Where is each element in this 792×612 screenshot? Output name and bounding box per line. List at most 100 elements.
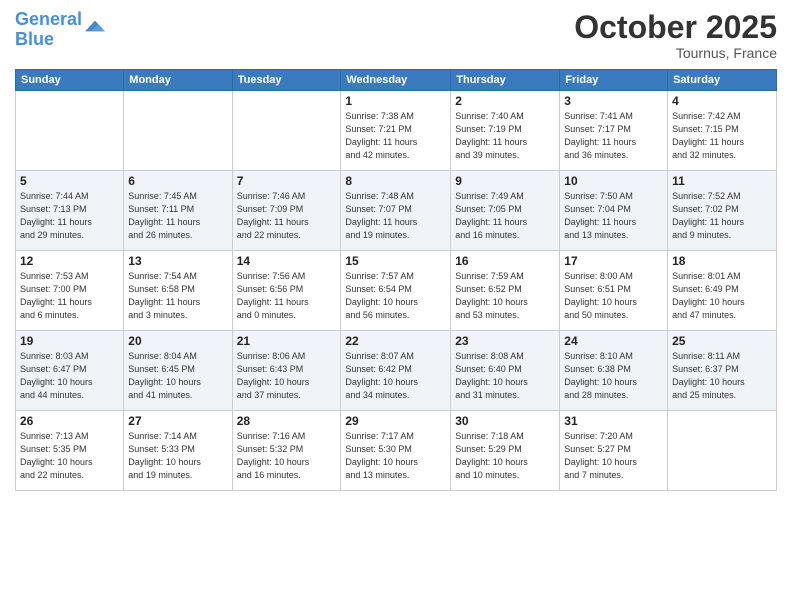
calendar-week-3: 12 Sunrise: 7:53 AM Sunset: 7:00 PM Dayli… bbox=[16, 251, 777, 331]
day-info: Sunrise: 7:59 AM Sunset: 6:52 PM Dayligh… bbox=[455, 270, 555, 322]
day-info: Sunrise: 7:40 AM Sunset: 7:19 PM Dayligh… bbox=[455, 110, 555, 162]
logo: General Blue bbox=[15, 10, 105, 50]
table-row: 31 Sunrise: 7:20 AM Sunset: 5:27 PM Dayli… bbox=[560, 411, 668, 491]
day-number: 14 bbox=[237, 254, 337, 268]
day-number: 28 bbox=[237, 414, 337, 428]
table-row: 29 Sunrise: 7:17 AM Sunset: 5:30 PM Dayli… bbox=[341, 411, 451, 491]
calendar-week-5: 26 Sunrise: 7:13 AM Sunset: 5:35 PM Dayli… bbox=[16, 411, 777, 491]
calendar-header-row: Sunday Monday Tuesday Wednesday Thursday… bbox=[16, 70, 777, 91]
header: General Blue October 2025 Tournus, Franc… bbox=[15, 10, 777, 61]
table-row: 10 Sunrise: 7:50 AM Sunset: 7:04 PM Dayli… bbox=[560, 171, 668, 251]
col-wednesday: Wednesday bbox=[341, 70, 451, 91]
day-info: Sunrise: 7:52 AM Sunset: 7:02 PM Dayligh… bbox=[672, 190, 772, 242]
col-monday: Monday bbox=[124, 70, 232, 91]
table-row: 17 Sunrise: 8:00 AM Sunset: 6:51 PM Dayli… bbox=[560, 251, 668, 331]
day-number: 19 bbox=[20, 334, 119, 348]
day-info: Sunrise: 8:07 AM Sunset: 6:42 PM Dayligh… bbox=[345, 350, 446, 402]
logo-general: General bbox=[15, 9, 82, 29]
day-info: Sunrise: 8:04 AM Sunset: 6:45 PM Dayligh… bbox=[128, 350, 227, 402]
day-info: Sunrise: 7:56 AM Sunset: 6:56 PM Dayligh… bbox=[237, 270, 337, 322]
col-saturday: Saturday bbox=[668, 70, 777, 91]
month-title-block: October 2025 Tournus, France bbox=[574, 10, 777, 61]
month-title: October 2025 bbox=[574, 10, 777, 45]
day-number: 15 bbox=[345, 254, 446, 268]
calendar-week-4: 19 Sunrise: 8:03 AM Sunset: 6:47 PM Dayli… bbox=[16, 331, 777, 411]
table-row bbox=[124, 91, 232, 171]
logo-icon bbox=[85, 16, 105, 36]
day-info: Sunrise: 7:42 AM Sunset: 7:15 PM Dayligh… bbox=[672, 110, 772, 162]
table-row: 4 Sunrise: 7:42 AM Sunset: 7:15 PM Daylig… bbox=[668, 91, 777, 171]
day-number: 22 bbox=[345, 334, 446, 348]
day-number: 9 bbox=[455, 174, 555, 188]
calendar-week-2: 5Sunrise: 7:44 AM Sunset: 7:13 PM Daylig… bbox=[16, 171, 777, 251]
table-row bbox=[668, 411, 777, 491]
col-thursday: Thursday bbox=[451, 70, 560, 91]
day-info: Sunrise: 7:46 AM Sunset: 7:09 PM Dayligh… bbox=[237, 190, 337, 242]
day-info: Sunrise: 7:38 AM Sunset: 7:21 PM Dayligh… bbox=[345, 110, 446, 162]
table-row: 25Sunrise: 8:11 AM Sunset: 6:37 PM Dayli… bbox=[668, 331, 777, 411]
day-info: Sunrise: 7:14 AM Sunset: 5:33 PM Dayligh… bbox=[128, 430, 227, 482]
col-friday: Friday bbox=[560, 70, 668, 91]
day-number: 8 bbox=[345, 174, 446, 188]
location: Tournus, France bbox=[574, 45, 777, 61]
col-sunday: Sunday bbox=[16, 70, 124, 91]
table-row: 12 Sunrise: 7:53 AM Sunset: 7:00 PM Dayli… bbox=[16, 251, 124, 331]
table-row: 23 Sunrise: 8:08 AM Sunset: 6:40 PM Dayli… bbox=[451, 331, 560, 411]
day-info: Sunrise: 7:50 AM Sunset: 7:04 PM Dayligh… bbox=[564, 190, 663, 242]
day-info: Sunrise: 7:45 AM Sunset: 7:11 PM Dayligh… bbox=[128, 190, 227, 242]
table-row: 28 Sunrise: 7:16 AM Sunset: 5:32 PM Dayli… bbox=[232, 411, 341, 491]
table-row: 3 Sunrise: 7:41 AM Sunset: 7:17 PM Daylig… bbox=[560, 91, 668, 171]
table-row: 5Sunrise: 7:44 AM Sunset: 7:13 PM Daylig… bbox=[16, 171, 124, 251]
day-number: 7 bbox=[237, 174, 337, 188]
day-number: 1 bbox=[345, 94, 446, 108]
table-row: 14 Sunrise: 7:56 AM Sunset: 6:56 PM Dayli… bbox=[232, 251, 341, 331]
logo-text: General Blue bbox=[15, 10, 82, 50]
col-tuesday: Tuesday bbox=[232, 70, 341, 91]
table-row: 13Sunrise: 7:54 AM Sunset: 6:58 PM Dayli… bbox=[124, 251, 232, 331]
day-number: 17 bbox=[564, 254, 663, 268]
table-row: 24Sunrise: 8:10 AM Sunset: 6:38 PM Dayli… bbox=[560, 331, 668, 411]
day-info: Sunrise: 8:03 AM Sunset: 6:47 PM Dayligh… bbox=[20, 350, 119, 402]
day-number: 3 bbox=[564, 94, 663, 108]
day-info: Sunrise: 7:53 AM Sunset: 7:00 PM Dayligh… bbox=[20, 270, 119, 322]
table-row: 30Sunrise: 7:18 AM Sunset: 5:29 PM Dayli… bbox=[451, 411, 560, 491]
day-number: 23 bbox=[455, 334, 555, 348]
logo-blue: Blue bbox=[15, 29, 54, 49]
day-number: 12 bbox=[20, 254, 119, 268]
day-info: Sunrise: 7:49 AM Sunset: 7:05 PM Dayligh… bbox=[455, 190, 555, 242]
calendar-week-1: 1 Sunrise: 7:38 AM Sunset: 7:21 PM Daylig… bbox=[16, 91, 777, 171]
day-number: 4 bbox=[672, 94, 772, 108]
day-info: Sunrise: 7:44 AM Sunset: 7:13 PM Dayligh… bbox=[20, 190, 119, 242]
day-number: 31 bbox=[564, 414, 663, 428]
day-number: 21 bbox=[237, 334, 337, 348]
table-row: 2Sunrise: 7:40 AM Sunset: 7:19 PM Daylig… bbox=[451, 91, 560, 171]
table-row: 15Sunrise: 7:57 AM Sunset: 6:54 PM Dayli… bbox=[341, 251, 451, 331]
day-info: Sunrise: 7:54 AM Sunset: 6:58 PM Dayligh… bbox=[128, 270, 227, 322]
day-info: Sunrise: 7:13 AM Sunset: 5:35 PM Dayligh… bbox=[20, 430, 119, 482]
day-info: Sunrise: 8:10 AM Sunset: 6:38 PM Dayligh… bbox=[564, 350, 663, 402]
day-number: 16 bbox=[455, 254, 555, 268]
day-info: Sunrise: 7:41 AM Sunset: 7:17 PM Dayligh… bbox=[564, 110, 663, 162]
day-info: Sunrise: 7:17 AM Sunset: 5:30 PM Dayligh… bbox=[345, 430, 446, 482]
day-number: 27 bbox=[128, 414, 227, 428]
day-number: 25 bbox=[672, 334, 772, 348]
day-number: 18 bbox=[672, 254, 772, 268]
day-info: Sunrise: 7:18 AM Sunset: 5:29 PM Dayligh… bbox=[455, 430, 555, 482]
table-row bbox=[16, 91, 124, 171]
table-row: 26 Sunrise: 7:13 AM Sunset: 5:35 PM Dayli… bbox=[16, 411, 124, 491]
day-number: 10 bbox=[564, 174, 663, 188]
day-info: Sunrise: 8:08 AM Sunset: 6:40 PM Dayligh… bbox=[455, 350, 555, 402]
day-number: 26 bbox=[20, 414, 119, 428]
day-info: Sunrise: 7:16 AM Sunset: 5:32 PM Dayligh… bbox=[237, 430, 337, 482]
day-info: Sunrise: 8:00 AM Sunset: 6:51 PM Dayligh… bbox=[564, 270, 663, 322]
table-row: 22 Sunrise: 8:07 AM Sunset: 6:42 PM Dayli… bbox=[341, 331, 451, 411]
day-number: 20 bbox=[128, 334, 227, 348]
day-info: Sunrise: 7:48 AM Sunset: 7:07 PM Dayligh… bbox=[345, 190, 446, 242]
table-row: 18 Sunrise: 8:01 AM Sunset: 6:49 PM Dayli… bbox=[668, 251, 777, 331]
day-info: Sunrise: 7:20 AM Sunset: 5:27 PM Dayligh… bbox=[564, 430, 663, 482]
table-row: 1 Sunrise: 7:38 AM Sunset: 7:21 PM Daylig… bbox=[341, 91, 451, 171]
day-info: Sunrise: 8:01 AM Sunset: 6:49 PM Dayligh… bbox=[672, 270, 772, 322]
day-number: 29 bbox=[345, 414, 446, 428]
table-row: 6Sunrise: 7:45 AM Sunset: 7:11 PM Daylig… bbox=[124, 171, 232, 251]
table-row: 7 Sunrise: 7:46 AM Sunset: 7:09 PM Daylig… bbox=[232, 171, 341, 251]
